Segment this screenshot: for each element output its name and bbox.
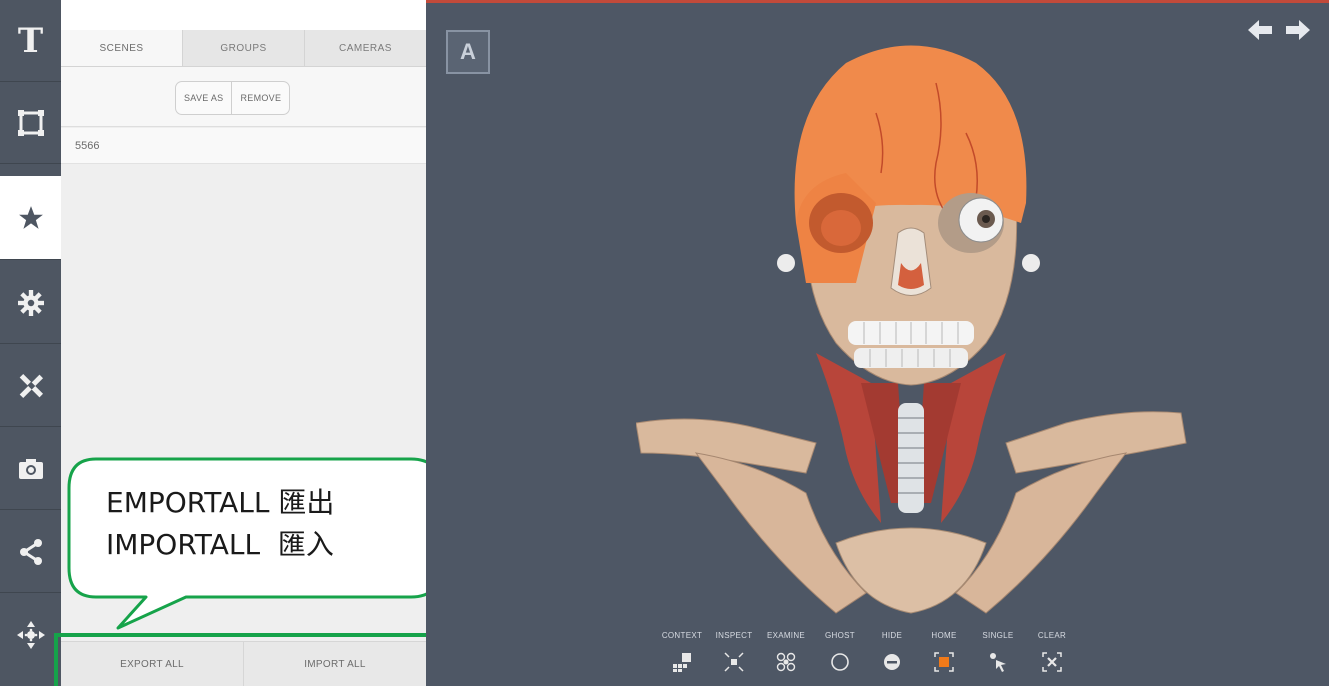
clear-icon [1041,651,1063,673]
home-tool[interactable]: HOME [916,631,972,683]
context-label: CONTEXT [661,631,703,640]
save-as-button[interactable]: SAVE AS [176,82,231,114]
camera-tool-button[interactable] [0,428,61,510]
hide-tool[interactable]: HIDE [864,631,920,683]
annotation-callout: EMPORTALL 匯出 IMPORTALL 匯入 [66,456,446,636]
single-label: SINGLE [982,631,1014,640]
home-icon [933,651,955,673]
tab-scenes[interactable]: SCENES [61,30,183,66]
scene-action-buttons: SAVE AS REMOVE [175,81,291,115]
panel-tabs: SCENES GROUPS CAMERAS [61,30,426,67]
examine-label: EXAMINE [766,631,806,640]
ghost-label: GHOST [825,631,855,640]
inspect-icon [723,651,745,673]
settings-tool-button[interactable] [0,262,61,344]
export-import-highlight [54,633,444,686]
ghost-icon [829,651,851,673]
inspect-tool[interactable]: INSPECT [706,631,762,683]
share-tool-button[interactable] [0,511,61,593]
remove-button[interactable]: REMOVE [231,82,289,114]
single-icon [987,651,1009,673]
move-tool-button[interactable] [0,594,61,676]
camera-icon [18,458,43,479]
back-arrow-icon[interactable] [1248,19,1274,41]
context-icon [671,651,693,673]
pencil-ruler-icon [19,373,43,398]
share-icon [19,538,42,565]
inspect-label: INSPECT [715,631,753,640]
annotation-mode-button[interactable]: A [446,30,490,74]
hide-label: HIDE [881,631,903,640]
tool-rail: T [0,0,61,686]
star-icon [18,205,43,229]
examine-icon [775,651,797,673]
scene-list-item[interactable]: 5566 [61,128,426,164]
text-icon: T [17,20,44,61]
history-nav [1248,19,1318,49]
annotation-line-2: IMPORTALL 匯入 [106,528,334,561]
scenes-tool-button[interactable] [0,176,61,260]
tab-groups[interactable]: GROUPS [183,30,305,66]
hide-icon [881,651,903,673]
tab-cameras[interactable]: CAMERAS [305,30,426,66]
clear-tool[interactable]: CLEAR [1024,631,1080,683]
context-tool[interactable]: CONTEXT [654,631,710,683]
home-label: HOME [931,631,957,640]
scene-actions-row: SAVE AS REMOVE [61,67,426,127]
ghost-tool[interactable]: GHOST [812,631,868,683]
forward-arrow-icon[interactable] [1284,19,1310,41]
skull-model[interactable] [636,23,1196,623]
text-tool-button[interactable]: T [0,0,61,82]
annotation-line-1: EMPORTALL 匯出 [106,486,335,519]
frame-tool-button[interactable] [0,82,61,164]
panel-header-spacer [61,0,426,30]
single-tool[interactable]: SINGLE [970,631,1026,683]
3d-viewport[interactable]: A CONTEXT INSPECT EXAMINE GHOST HIDE HOM… [426,3,1329,686]
view-toolbar: CONTEXT INSPECT EXAMINE GHOST HIDE HOME … [654,631,1094,683]
move-arrows-icon [16,621,45,649]
tools-button[interactable] [0,345,61,427]
clear-label: CLEAR [1037,631,1067,640]
examine-tool[interactable]: EXAMINE [758,631,814,683]
gear-icon [17,289,44,316]
frame-icon [17,109,44,136]
annotation-text: EMPORTALL 匯出 IMPORTALL 匯入 [106,482,334,566]
